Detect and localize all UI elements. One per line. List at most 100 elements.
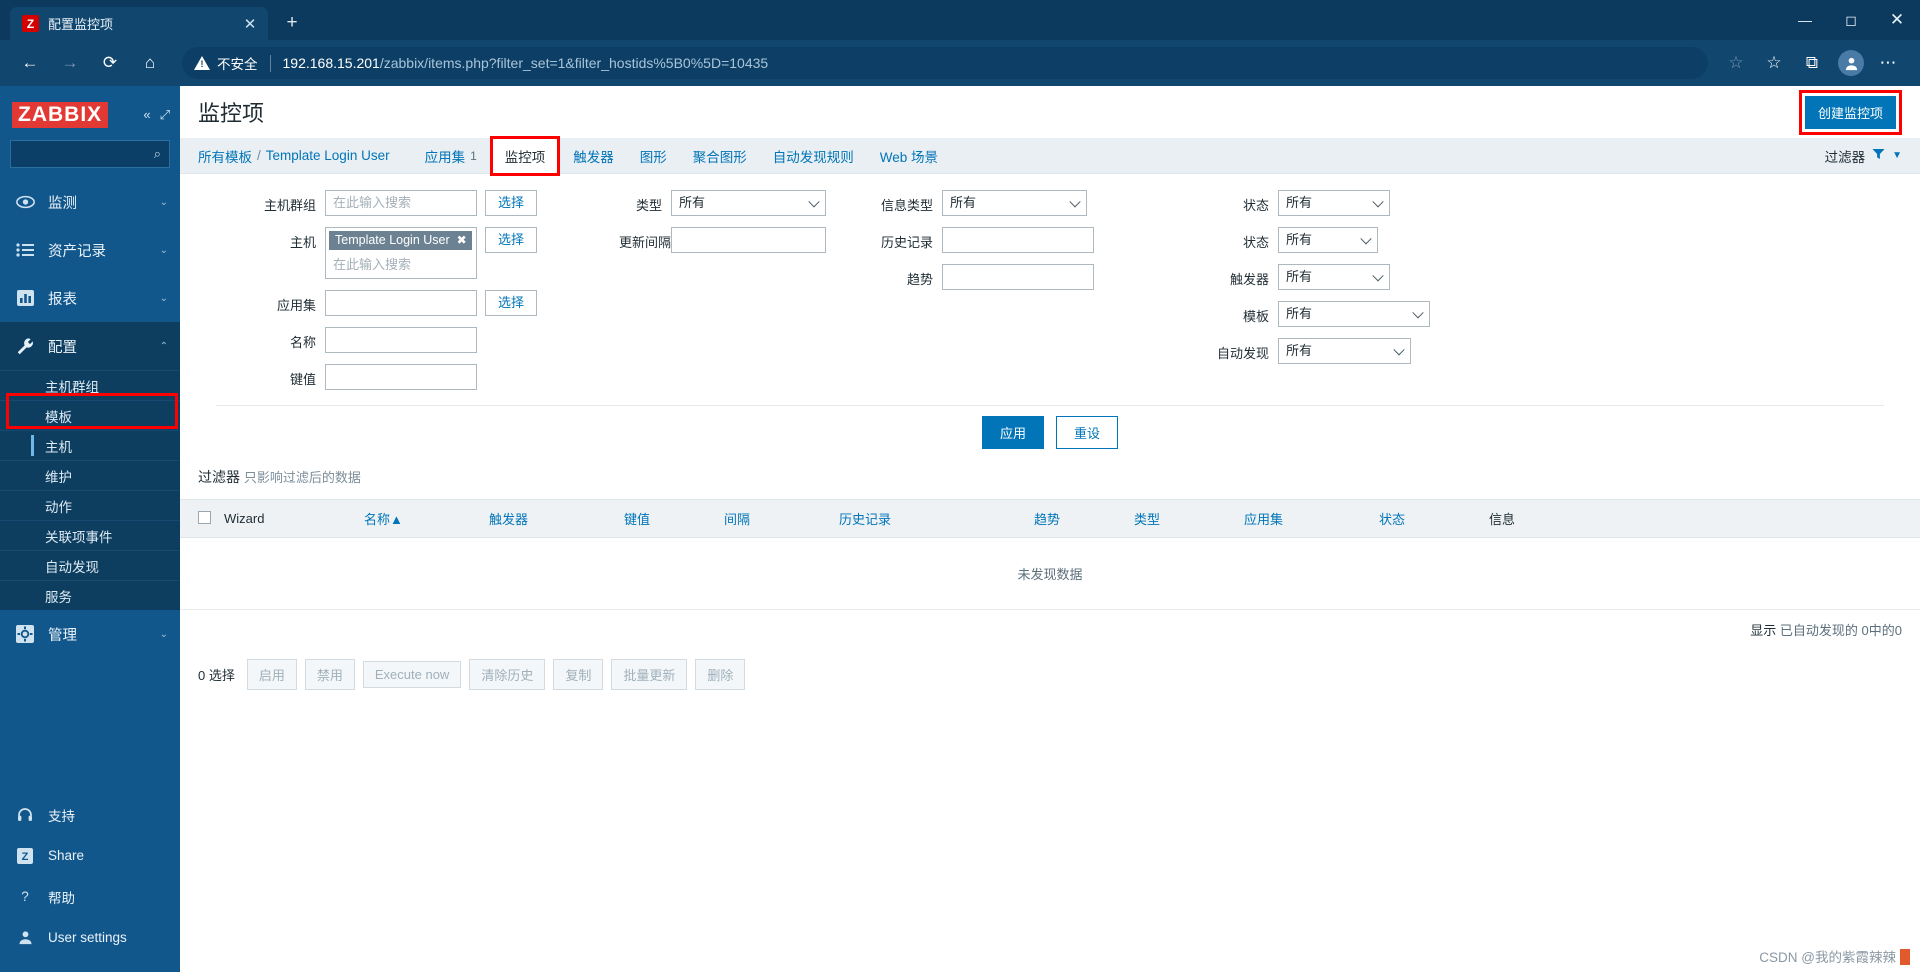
clear-history-button[interactable]: 清除历史 — [469, 659, 546, 690]
items-table: Wizard 名称▲ 触发器 键值 间隔 历史记录 趋势 类型 应用集 状态 信… — [180, 500, 1920, 610]
breadcrumb-current-template[interactable]: Template Login User — [266, 148, 390, 163]
application-select-button[interactable]: 选择 — [485, 290, 538, 316]
window-close-icon[interactable]: ✕ — [1874, 0, 1920, 40]
tab-screens[interactable]: 聚合图形 — [680, 138, 760, 174]
tab-applications[interactable]: 应用集 1 — [412, 138, 490, 174]
sidebar-item-inventory[interactable]: 资产记录 ⌄ — [0, 226, 180, 274]
sidebar-subitem-label: 关联项事件 — [45, 529, 113, 545]
status-select[interactable]: 所有 — [1278, 227, 1379, 253]
sidebar-item-monitoring[interactable]: 监测 ⌄ — [0, 178, 180, 226]
sidebar-item-administration[interactable]: 管理 ⌄ — [0, 610, 180, 658]
sidebar-item-label: 报表 — [48, 291, 77, 308]
discovery-select[interactable]: 所有 — [1278, 338, 1412, 364]
wrench-icon — [12, 337, 38, 356]
name-input[interactable] — [325, 327, 477, 353]
column-trends[interactable]: 趋势 — [1028, 500, 1128, 538]
sidebar-item-reports[interactable]: 报表 ⌄ — [0, 274, 180, 322]
url-bar[interactable]: 不安全 192.168.15.201/zabbix/items.php?filt… — [182, 47, 1708, 79]
application-input[interactable] — [325, 290, 477, 316]
back-icon[interactable]: ← — [12, 46, 48, 80]
tab-triggers[interactable]: 触发器 — [560, 138, 627, 174]
tab-discovery-rules[interactable]: 自动发现规则 — [760, 138, 867, 174]
forward-icon[interactable]: → — [52, 46, 88, 80]
trigger-select[interactable]: 所有 — [1278, 264, 1391, 290]
column-type[interactable]: 类型 — [1128, 500, 1238, 538]
reset-button[interactable]: 重设 — [1056, 416, 1119, 449]
execute-now-button[interactable]: Execute now — [362, 661, 462, 688]
sidebar-item-hosts[interactable]: 主机 — [0, 430, 180, 460]
breadcrumb-all-templates[interactable]: 所有模板 — [198, 146, 252, 166]
close-icon[interactable]: ✕ — [240, 15, 260, 33]
create-item-button[interactable]: 创建监控项 — [1804, 95, 1896, 129]
host-chip[interactable]: Template Login User ✖ — [329, 231, 472, 250]
expand-sidebar-icon[interactable]: ⤢ — [160, 107, 170, 123]
tab-web-scenarios[interactable]: Web 场景 — [867, 138, 951, 174]
column-status[interactable]: 状态 — [1373, 500, 1483, 538]
settings-more-icon[interactable]: ⋯ — [1870, 46, 1906, 80]
new-tab-icon[interactable]: + — [276, 7, 308, 39]
profile-avatar[interactable] — [1838, 50, 1864, 76]
maximize-icon[interactable]: ◻ — [1828, 0, 1874, 40]
filter-row-host: 主机 Template Login User ✖ 在此输入搜索 选择 — [250, 227, 538, 279]
sidebar-subitem-label: 服务 — [45, 589, 72, 605]
hostgroup-select-button[interactable]: 选择 — [485, 190, 538, 216]
info-type-label: 信息类型 — [881, 198, 934, 213]
select-all-checkbox[interactable] — [198, 510, 211, 524]
close-icon[interactable]: ✖ — [457, 233, 467, 247]
copy-button[interactable]: 复制 — [553, 659, 604, 690]
sidebar-item-help[interactable]: ? 帮助 — [0, 876, 180, 917]
trends-input[interactable] — [942, 264, 1095, 290]
reload-icon[interactable]: ⟳ — [92, 46, 128, 80]
sidebar-item-discovery[interactable]: 自动发现 — [0, 550, 180, 580]
update-interval-input[interactable] — [671, 227, 827, 253]
security-indicator[interactable]: 不安全 — [194, 53, 258, 73]
apply-button[interactable]: 应用 — [981, 416, 1044, 449]
list-icon — [12, 243, 38, 257]
info-type-select[interactable]: 所有 — [942, 190, 1088, 216]
column-history[interactable]: 历史记录 — [833, 500, 1028, 538]
column-triggers[interactable]: 触发器 — [483, 500, 618, 538]
key-input[interactable] — [325, 364, 477, 390]
filter-toggle[interactable]: 过滤器 ▼ — [1825, 146, 1902, 166]
sidebar-item-event-correlation[interactable]: 关联项事件 — [0, 520, 180, 550]
browser-tab[interactable]: Z 配置监控项 ✕ — [10, 7, 268, 40]
hostgroup-input[interactable]: 在此输入搜索 — [325, 190, 477, 216]
template-select[interactable]: 所有 — [1278, 301, 1431, 327]
minimize-icon[interactable]: — — [1782, 0, 1828, 40]
favorites-icon[interactable]: ☆ — [1756, 46, 1792, 80]
host-multiselect[interactable]: Template Login User ✖ 在此输入搜索 — [325, 227, 477, 279]
add-favorite-icon[interactable]: ☆ — [1718, 46, 1754, 80]
enable-button[interactable]: 启用 — [246, 659, 297, 690]
sidebar-item-templates[interactable]: 模板 — [0, 400, 180, 430]
disable-button[interactable]: 禁用 — [304, 659, 355, 690]
sidebar-item-support[interactable]: 支持 — [0, 794, 180, 835]
delete-button[interactable]: 删除 — [695, 659, 746, 690]
tab-graphs[interactable]: 图形 — [627, 138, 680, 174]
host-select-button[interactable]: 选择 — [485, 227, 538, 253]
sidebar-item-maintenance[interactable]: 维护 — [0, 460, 180, 490]
sidebar-search-input[interactable]: ⌕ — [10, 140, 170, 168]
filter-note-strong: 过滤器 — [198, 469, 240, 485]
column-key[interactable]: 键值 — [618, 500, 718, 538]
sidebar-item-share[interactable]: Z Share — [0, 835, 180, 876]
sidebar-item-host-groups[interactable]: 主机群组 — [0, 370, 180, 400]
sidebar-item-label: Share — [48, 848, 85, 863]
collapse-sidebar-icon[interactable]: « — [143, 107, 150, 123]
type-select[interactable]: 所有 — [671, 190, 827, 216]
column-application[interactable]: 应用集 — [1238, 500, 1373, 538]
column-name[interactable]: 名称▲ — [358, 500, 483, 538]
history-input[interactable] — [942, 227, 1095, 253]
sidebar-item-user-settings[interactable]: User settings — [0, 917, 180, 958]
mass-update-button[interactable]: 批量更新 — [611, 659, 688, 690]
sidebar-item-configuration[interactable]: 配置 ⌃ — [0, 322, 180, 370]
sidebar-item-actions[interactable]: 动作 — [0, 490, 180, 520]
tab-items[interactable]: 监控项 — [491, 137, 559, 174]
state-select[interactable]: 所有 — [1278, 190, 1391, 216]
collections-icon[interactable]: ⧉ — [1794, 46, 1830, 80]
status-value: 所有 — [1286, 232, 1313, 247]
sidebar-item-services[interactable]: 服务 — [0, 580, 180, 610]
home-icon[interactable]: ⌂ — [132, 46, 168, 80]
column-interval[interactable]: 间隔 — [718, 500, 833, 538]
navbar-right-actions: ☆ ☆ ⧉ ⋯ — [1718, 46, 1908, 80]
zabbix-logo: ZABBIX — [12, 102, 109, 128]
